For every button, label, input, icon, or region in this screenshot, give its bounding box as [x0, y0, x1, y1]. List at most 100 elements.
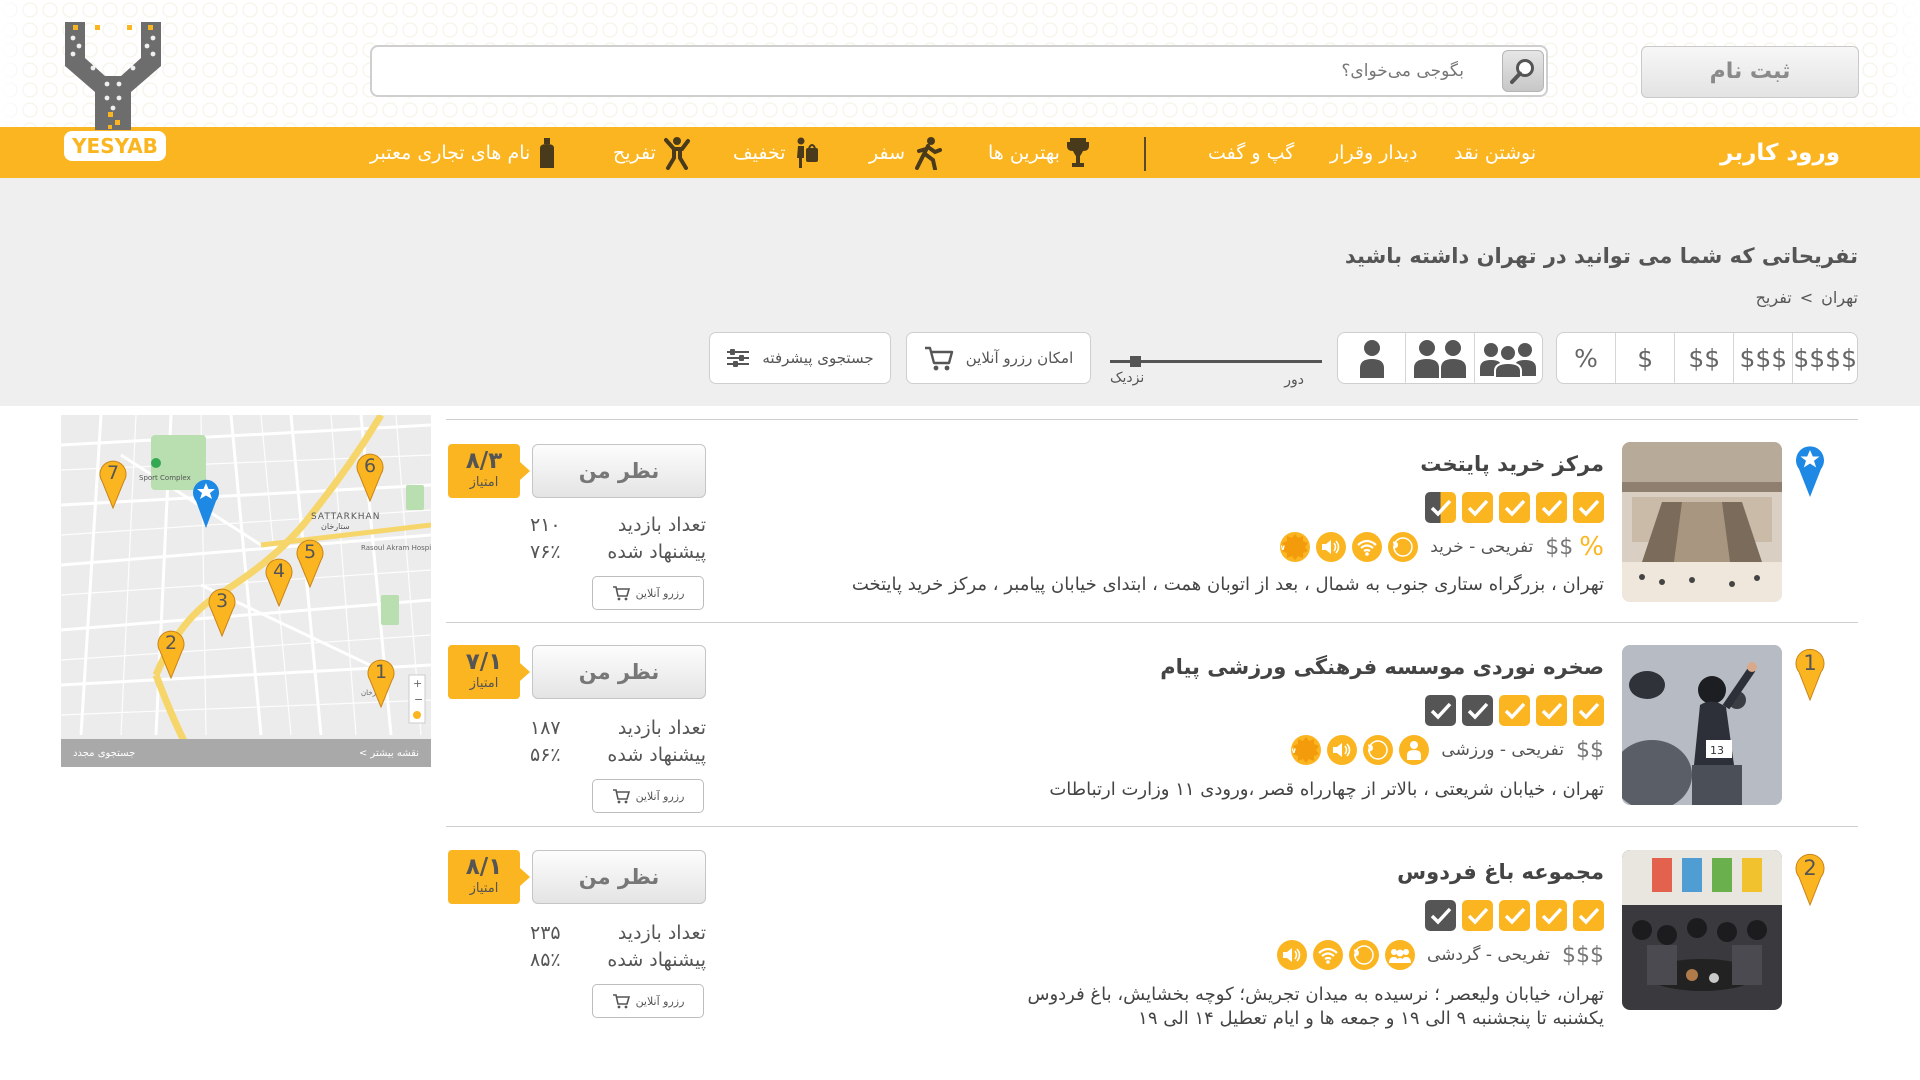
nav-write-review[interactable]: نوشتن نقد [1454, 127, 1536, 178]
map-label: Rasoul Akram Hospital [361, 544, 431, 552]
search-box[interactable] [370, 45, 1548, 97]
category-label: تفریحی - گردشی [1427, 945, 1550, 965]
map-marker-2[interactable]: 2 [156, 629, 186, 683]
result-name[interactable]: مجموعه باغ فردوس [1397, 860, 1604, 884]
filter-sliders-icon [727, 349, 750, 367]
login-link[interactable]: ورود کاربر [1690, 140, 1840, 166]
visits-value: ۱۸۷ [530, 717, 561, 739]
main-nav [0, 127, 1920, 178]
single-person-icon [1399, 735, 1430, 765]
result-hours: یکشنبه تا پنجشنبه ۹ الی ۱۹ و جمعه ها و ا… [1138, 1008, 1604, 1029]
breadcrumb-category[interactable]: تفریح [1756, 288, 1792, 307]
people-filter-group[interactable] [1473, 333, 1542, 383]
score-value: ۷/۱ [465, 649, 503, 675]
visits-stat: تعداد بازدید ۱۸۷ [530, 717, 706, 739]
results-map[interactable]: SATTARKHAN ستارخان Rasoul Akram Hospital… [61, 415, 431, 767]
sound-icon [1327, 735, 1358, 765]
svg-text:new: new [1292, 746, 1297, 755]
reserve-online-button[interactable]: رزرو آنلاین [592, 984, 704, 1018]
nav-fun[interactable]: تفریح [613, 127, 690, 178]
map-more-link[interactable]: نقشه بیشتر > [359, 748, 419, 759]
map-label: SATTARKHAN [311, 512, 380, 522]
rank-pin[interactable]: 2 [1794, 852, 1826, 907]
check-icon [1536, 900, 1567, 931]
result-meta: $$$ تفریحی - گردشی P [1277, 938, 1604, 972]
online-reserve-label: امکان رزرو آنلاین [965, 349, 1074, 367]
recommended-label: پیشنهاد شده [607, 541, 706, 563]
nav-chat[interactable]: گپ و گفت [1208, 127, 1294, 178]
map-marker-5[interactable]: 5 [295, 538, 325, 592]
cart-icon [612, 789, 630, 804]
breadcrumb-city[interactable]: تهران [1821, 288, 1858, 307]
price-filter-1[interactable]: $ [1615, 333, 1674, 383]
price-filter-3[interactable]: $$$ [1733, 333, 1792, 383]
map-research-link[interactable]: جستجوی مجدد [73, 748, 135, 759]
reserve-online-button[interactable]: رزرو آنلاین [592, 779, 704, 813]
map-marker-4[interactable]: 4 [264, 557, 294, 611]
map-current-location-pin[interactable] [191, 477, 221, 529]
map-label: Sport Complex [139, 474, 191, 482]
featured-pin-icon[interactable] [1794, 444, 1826, 498]
advanced-search-button[interactable]: جستجوی پیشرفته [709, 332, 891, 384]
check-icon [1499, 492, 1530, 523]
score-label: امتیاز [469, 676, 499, 691]
check-icon [1499, 695, 1530, 726]
rating-checks [1425, 695, 1604, 726]
price-filter-4[interactable]: $$$$ [1792, 333, 1857, 383]
map-marker-3[interactable]: 3 [207, 587, 237, 641]
my-opinion-button[interactable]: نظر من [532, 850, 706, 904]
sound-icon [1277, 940, 1308, 970]
empty-check-icon [1462, 695, 1493, 726]
map-marker-1[interactable]: 1 [366, 658, 396, 712]
wifi-icon [1313, 940, 1344, 970]
svg-text:−: − [414, 693, 423, 706]
nav-travel[interactable]: سفر [869, 127, 943, 178]
distance-slider[interactable]: دور نزدیک [1108, 342, 1324, 392]
people-filter-couple[interactable] [1405, 333, 1473, 383]
result-item: مرکز خرید پایتخت % $$ تفریحی - خرید P ne… [446, 422, 1858, 622]
result-photo[interactable]: 13 [1622, 645, 1782, 805]
score-value: ۸/۳ [465, 448, 503, 474]
empty-check-icon [1425, 900, 1456, 931]
nav-label: سفر [869, 141, 906, 164]
svg-text:P: P [1368, 743, 1374, 759]
map-label: ستارخان [321, 522, 350, 531]
search-input[interactable] [384, 53, 1464, 89]
nav-best[interactable]: بهترین ها [988, 127, 1090, 178]
rating-checks [1425, 492, 1604, 523]
nav-label: دیدار وقرار [1330, 141, 1418, 164]
price-level: $$ [1545, 534, 1574, 560]
recommended-stat: پیشنهاد شده ۷۶٪ [530, 541, 706, 563]
check-icon [1573, 492, 1604, 523]
result-name[interactable]: مرکز خرید پایتخت [1420, 452, 1604, 476]
check-icon [1536, 492, 1567, 523]
visits-stat: تعداد بازدید ۲۳۵ [530, 922, 706, 944]
rank-number: 2 [1803, 856, 1817, 880]
map-marker-6[interactable]: 6 [355, 452, 385, 506]
my-opinion-button[interactable]: نظر من [532, 444, 706, 498]
result-name[interactable]: صخره نوردی موسسه فرهنگی ورزشی پیام [1160, 655, 1604, 679]
register-button[interactable]: ثبت نام [1641, 46, 1859, 98]
nav-meetup[interactable]: دیدار وقرار [1330, 127, 1417, 178]
slider-handle[interactable] [1130, 356, 1141, 367]
reserve-online-button[interactable]: رزرو آنلاین [592, 576, 704, 610]
search-button[interactable] [1502, 50, 1544, 92]
people-filter-single[interactable] [1338, 333, 1405, 383]
rank-pin[interactable]: 1 [1794, 647, 1826, 702]
map-marker-7[interactable]: 7 [98, 459, 128, 513]
result-photo[interactable] [1622, 442, 1782, 602]
svg-text:new: new [1281, 543, 1286, 552]
price-filter-discount[interactable]: % [1557, 333, 1615, 383]
my-opinion-button[interactable]: نظر من [532, 645, 706, 699]
result-photo[interactable] [1622, 850, 1782, 1010]
nav-brands[interactable]: نام های تجاری معتبر [370, 127, 558, 178]
online-reserve-filter[interactable]: امکان رزرو آنلاین [906, 332, 1091, 384]
price-filter-2[interactable]: $$ [1674, 333, 1733, 383]
discount-badge: % [1579, 532, 1604, 562]
nav-divider [1144, 137, 1146, 171]
nav-label: گپ و گفت [1208, 141, 1295, 164]
rank-number: 1 [1803, 651, 1817, 675]
nav-discount[interactable]: تخفیف [733, 127, 820, 178]
svg-text:+: + [413, 677, 422, 690]
slider-far-label: دور [1284, 372, 1304, 388]
